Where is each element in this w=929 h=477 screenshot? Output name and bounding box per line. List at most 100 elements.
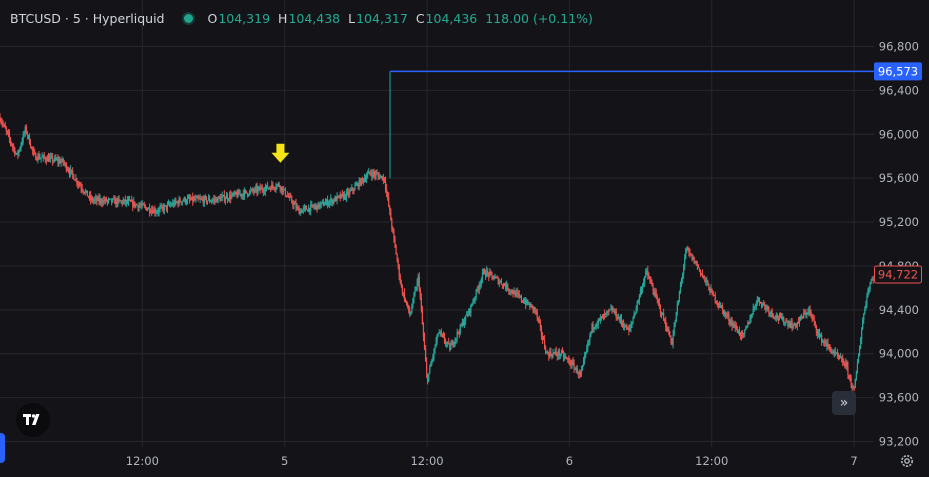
candle-body — [84, 191, 86, 194]
candle-body — [390, 210, 392, 221]
price-chart[interactable]: 96,80096,40096,00095,60095,20094,80094,4… — [0, 0, 929, 477]
candle-body — [371, 173, 373, 177]
candle-body — [724, 312, 726, 315]
candle-body — [549, 351, 551, 357]
candle-body — [253, 190, 255, 192]
side-panel-tab[interactable] — [0, 433, 5, 463]
price-axis[interactable]: 96,80096,40096,00095,60095,20094,80094,4… — [874, 39, 922, 449]
candle-body — [115, 199, 117, 205]
candle-body — [38, 155, 40, 159]
candle-body — [180, 201, 182, 203]
candle-body — [678, 292, 681, 301]
candle-body — [497, 277, 499, 284]
candle-body — [155, 212, 157, 214]
candle-body — [770, 310, 772, 313]
candle-body — [3, 124, 5, 126]
candle-body — [647, 270, 649, 276]
candle-body — [577, 373, 579, 375]
candle-body — [381, 175, 383, 181]
candle-body — [143, 204, 145, 206]
candle-body — [475, 289, 477, 298]
candle-body — [211, 200, 213, 202]
candle-body — [602, 314, 605, 319]
candle-body — [778, 315, 781, 320]
candle-body — [153, 209, 155, 214]
candle-body — [745, 327, 747, 330]
candle-body — [432, 356, 434, 360]
candle-body — [807, 312, 809, 314]
candle-body — [210, 201, 212, 203]
candle-body — [569, 360, 571, 365]
candle-body — [703, 276, 705, 278]
candle-body — [733, 323, 735, 328]
candle-body — [330, 198, 332, 202]
candle-body — [582, 360, 585, 366]
candle-body — [285, 195, 288, 197]
candle-body — [394, 237, 396, 246]
candle-body — [680, 279, 683, 286]
candle-body — [45, 160, 47, 162]
candle-body — [23, 133, 25, 135]
candle-body — [151, 210, 153, 213]
candle-body — [73, 174, 75, 180]
candle-body — [594, 327, 596, 329]
candle-body — [141, 203, 143, 206]
candle-body — [48, 157, 51, 162]
candle-body — [870, 280, 872, 284]
candle-body — [142, 203, 144, 205]
candle-body — [460, 324, 462, 326]
candle-body — [565, 356, 567, 358]
candle-body — [219, 197, 221, 201]
symbol-title[interactable]: BTCUSD · 5 · Hyperliquid — [10, 11, 164, 26]
candle-body — [849, 375, 851, 378]
candle-body — [424, 349, 427, 362]
candle-body — [683, 266, 685, 274]
tradingview-logo-icon[interactable] — [16, 403, 50, 437]
candle-body — [622, 323, 625, 328]
candle-body — [641, 285, 644, 292]
candle-body — [508, 290, 510, 292]
horizontal-line[interactable] — [389, 70, 874, 179]
candle-body — [516, 292, 518, 294]
candle-body — [805, 312, 807, 315]
candle-body — [217, 196, 219, 203]
candle-body — [652, 286, 654, 292]
candle-body — [215, 198, 217, 201]
candle-body — [679, 285, 682, 293]
candle-body — [751, 314, 753, 318]
candle-body — [859, 339, 862, 349]
candle-body — [568, 359, 570, 361]
candle-body — [561, 351, 564, 353]
candle-body — [590, 331, 592, 335]
candle-body — [349, 190, 351, 195]
candle-body — [789, 323, 791, 328]
candle-body — [393, 230, 395, 238]
candle-body — [771, 310, 773, 314]
candle-body — [551, 354, 553, 357]
candle-body — [242, 194, 244, 197]
candle-body — [135, 204, 137, 207]
candle-body — [184, 197, 186, 203]
candle-body — [759, 302, 762, 304]
candle-body — [734, 325, 736, 328]
candle-body — [167, 203, 170, 205]
candle-body — [49, 156, 52, 158]
scroll-to-realtime-button[interactable]: » — [832, 391, 856, 415]
candle-body — [420, 298, 422, 310]
time-axis[interactable]: 12:00 5 12:00 6 12:00 7 — [126, 454, 858, 468]
candle-body — [336, 195, 338, 202]
candle-body — [642, 282, 645, 286]
candle-body — [318, 202, 320, 208]
candle-body — [823, 340, 825, 342]
candle-body — [731, 321, 733, 327]
candle-body — [231, 195, 233, 199]
settings-button[interactable] — [898, 452, 916, 470]
candle-body — [723, 309, 725, 315]
candle-body — [170, 204, 172, 206]
candle-body — [192, 196, 194, 202]
candle-body — [16, 152, 18, 154]
candle-body — [256, 187, 258, 192]
candle-body — [454, 339, 456, 344]
candle-body — [755, 303, 757, 307]
candle-body — [775, 314, 777, 318]
